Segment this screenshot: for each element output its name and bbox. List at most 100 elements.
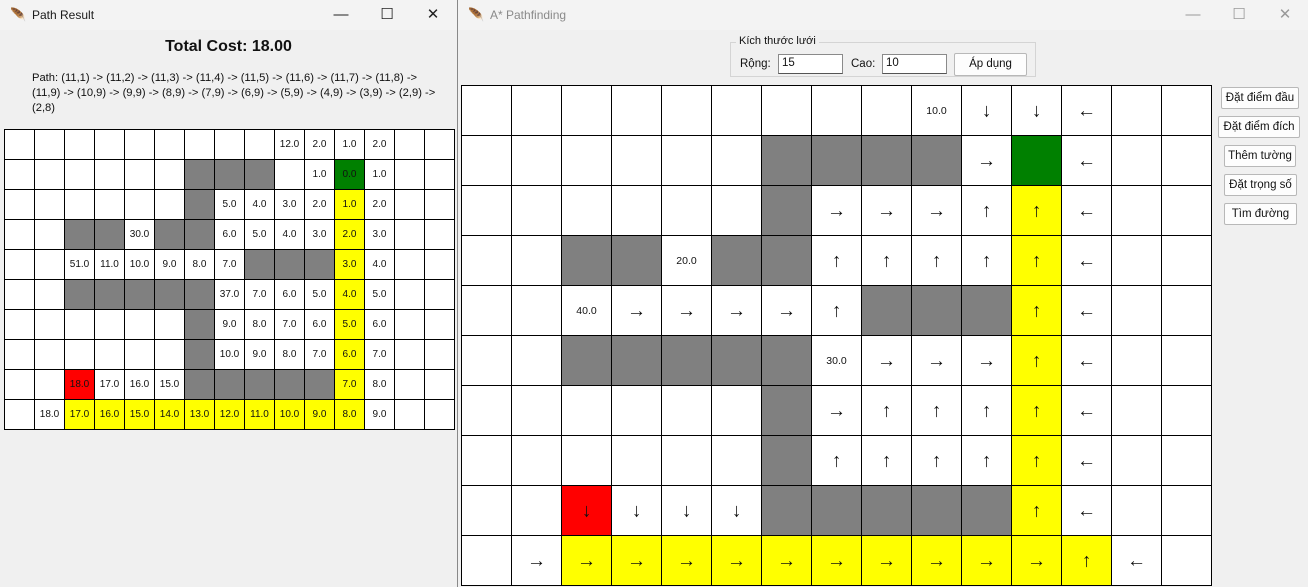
grid-cell-open[interactable]: ↑	[811, 285, 862, 336]
grid-cell-open[interactable]: →	[911, 185, 962, 236]
grid-cell-open[interactable]: ↑	[811, 235, 862, 286]
grid-cell-open[interactable]	[1111, 385, 1162, 436]
grid-cell-open[interactable]: 10.0	[911, 85, 962, 136]
grid-cell-open[interactable]	[511, 485, 562, 536]
grid-cell-path[interactable]: →	[861, 535, 912, 586]
grid-cell-open[interactable]	[511, 435, 562, 486]
grid-cell-path[interactable]: ↑	[1011, 435, 1062, 486]
grid-cell-open[interactable]	[461, 435, 512, 486]
minimize-button[interactable]: —	[1170, 0, 1216, 30]
grid-cell-open[interactable]: →	[961, 335, 1012, 386]
grid-cell-open[interactable]: 30.0	[811, 335, 862, 386]
grid-cell-path[interactable]: →	[611, 535, 662, 586]
grid-cell-path[interactable]: ↑	[1011, 335, 1062, 386]
grid-cell-open[interactable]	[661, 385, 712, 436]
grid-cell-open[interactable]: ←	[1061, 435, 1112, 486]
grid-cell-open[interactable]	[561, 185, 612, 236]
grid-cell-wall[interactable]	[611, 335, 662, 386]
grid-cell-open[interactable]: ↓	[1011, 85, 1062, 136]
grid-cell-open[interactable]: →	[961, 135, 1012, 186]
grid-cell-path[interactable]: ↑	[1011, 185, 1062, 236]
grid-cell-open[interactable]	[561, 135, 612, 186]
grid-cell-open[interactable]: →	[861, 335, 912, 386]
grid-cell-open[interactable]	[1161, 135, 1212, 186]
grid-cell-path[interactable]: ↑	[1061, 535, 1112, 586]
grid-cell-wall[interactable]	[811, 135, 862, 186]
grid-cell-open[interactable]: ↑	[961, 235, 1012, 286]
grid-cell-open[interactable]: ↓	[611, 485, 662, 536]
grid-cell-wall[interactable]	[911, 485, 962, 536]
grid-cell-open[interactable]: ←	[1061, 385, 1112, 436]
grid-cell-open[interactable]	[461, 485, 512, 536]
grid-cell-wall[interactable]	[611, 235, 662, 286]
grid-cell-open[interactable]	[1111, 435, 1162, 486]
grid-cell-open[interactable]	[461, 385, 512, 436]
grid-cell-open[interactable]	[511, 135, 562, 186]
grid-cell-open[interactable]	[661, 435, 712, 486]
grid-cell-open[interactable]	[711, 385, 762, 436]
grid-cell-open[interactable]: →	[911, 335, 962, 386]
grid-cell-open[interactable]: →	[711, 285, 762, 336]
grid-cell-wall[interactable]	[861, 485, 912, 536]
grid-cell-path[interactable]: →	[911, 535, 962, 586]
grid-cell-open[interactable]: ←	[1061, 285, 1112, 336]
grid-cell-open[interactable]: →	[511, 535, 562, 586]
grid-cell-open[interactable]: ←	[1061, 85, 1112, 136]
grid-cell-open[interactable]	[661, 185, 712, 236]
grid-cell-open[interactable]: ↑	[961, 435, 1012, 486]
grid-cell-open[interactable]	[511, 335, 562, 386]
maximize-button[interactable]: ☐	[1216, 0, 1262, 30]
grid-cell-open[interactable]	[461, 85, 512, 136]
grid-cell-open[interactable]	[461, 185, 512, 236]
grid-cell-wall[interactable]	[761, 435, 812, 486]
grid-cell-open[interactable]: ←	[1061, 135, 1112, 186]
grid-cell-open[interactable]	[511, 185, 562, 236]
grid-cell-open[interactable]: ←	[1061, 235, 1112, 286]
grid-cell-wall[interactable]	[711, 235, 762, 286]
grid-cell-open[interactable]: →	[761, 285, 812, 336]
grid-cell-open[interactable]	[1161, 485, 1212, 536]
grid-cell-open[interactable]: ↑	[861, 235, 912, 286]
grid-cell-open[interactable]: ←	[1061, 185, 1112, 236]
grid-cell-open[interactable]	[511, 385, 562, 436]
grid-cell-wall[interactable]	[761, 485, 812, 536]
grid-cell-path[interactable]: →	[1011, 535, 1062, 586]
grid-cell-open[interactable]	[611, 135, 662, 186]
grid-cell-open[interactable]	[1161, 285, 1212, 336]
grid-cell-path[interactable]: ↑	[1011, 235, 1062, 286]
grid-cell-open[interactable]	[1111, 335, 1162, 386]
grid-cell-open[interactable]	[661, 85, 712, 136]
add-wall-button[interactable]: Thêm tường	[1224, 145, 1296, 167]
grid-cell-open[interactable]	[461, 235, 512, 286]
grid-cell-wall[interactable]	[911, 285, 962, 336]
grid-cell-open[interactable]: ↑	[961, 385, 1012, 436]
grid-cell-wall[interactable]	[711, 335, 762, 386]
grid-cell-start[interactable]: ↓	[561, 485, 612, 536]
grid-cell-goal[interactable]	[1011, 135, 1062, 186]
grid-cell-open[interactable]: ↓	[711, 485, 762, 536]
grid-cell-open[interactable]: ↓	[661, 485, 712, 536]
close-button[interactable]: ✕	[410, 0, 456, 30]
grid-cell-open[interactable]	[611, 435, 662, 486]
grid-cell-open[interactable]: ←	[1111, 535, 1162, 586]
grid-cell-path[interactable]: →	[811, 535, 862, 586]
grid-cell-wall[interactable]	[861, 135, 912, 186]
grid-cell-open[interactable]	[711, 185, 762, 236]
grid-cell-open[interactable]	[611, 185, 662, 236]
grid-cell-open[interactable]	[511, 285, 562, 336]
grid-cell-open[interactable]: ↓	[961, 85, 1012, 136]
width-input[interactable]: 15	[778, 54, 843, 74]
pathfinding-grid[interactable]: 10.0 ↓ ↓ ← → ← → → → ↑ ↑ ← 20.0 ↑ ↑ ↑ ↑ ↑ ← 40.0 → → → → ↑ ↑ ← 30.0…	[461, 85, 1212, 586]
grid-cell-open[interactable]	[1161, 535, 1212, 586]
grid-cell-path[interactable]: ↑	[1011, 385, 1062, 436]
grid-cell-open[interactable]	[561, 385, 612, 436]
set-start-button[interactable]: Đặt điểm đầu	[1221, 87, 1299, 109]
grid-cell-path[interactable]: →	[711, 535, 762, 586]
grid-cell-wall[interactable]	[761, 185, 812, 236]
grid-cell-open[interactable]	[561, 85, 612, 136]
grid-cell-path[interactable]: →	[661, 535, 712, 586]
grid-cell-open[interactable]	[1111, 285, 1162, 336]
grid-cell-open[interactable]	[711, 435, 762, 486]
grid-cell-open[interactable]: ↑	[811, 435, 862, 486]
minimize-button[interactable]: —	[318, 0, 364, 30]
